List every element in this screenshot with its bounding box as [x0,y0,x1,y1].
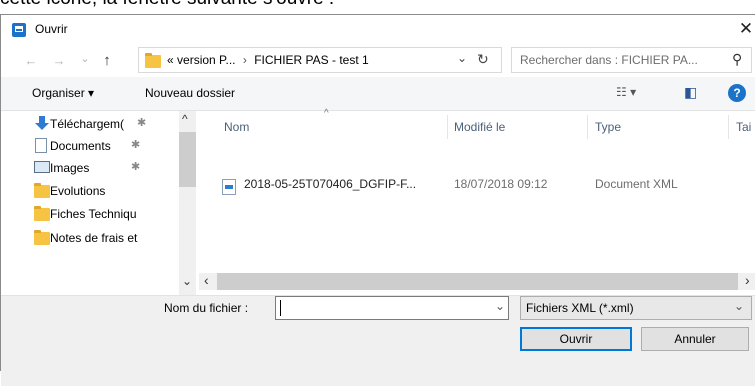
recent-locations-icon[interactable]: ⌄ [77,51,93,67]
sidebar-item-notes-de-frais[interactable]: Notes de frais et [50,227,170,249]
pin-icon: ✱ [137,117,147,129]
navigation-bar: ← → ⌄ ↑ « version P... › FICHIER PAS - t… [1,45,755,77]
scroll-up-icon[interactable]: ^ [182,112,188,126]
sidebar-item-downloads[interactable]: Téléchargem( [50,113,124,135]
close-icon[interactable]: ✕ [736,18,755,40]
folder-icon [34,230,50,245]
new-folder-button[interactable]: Nouveau dossier [145,86,235,100]
scroll-left-icon[interactable]: ‹ [204,272,209,288]
command-toolbar: Organiser ▾ Nouveau dossier ☷ ▾ ◧ ? [1,77,755,111]
sidebar-item-label: Documents [50,139,111,153]
up-arrow-icon[interactable]: ↑ [99,53,115,69]
open-button-label: Ouvrir [559,332,593,346]
sidebar-item-images[interactable]: Images [50,157,89,179]
file-modified-date: 18/07/2018 09:12 [454,177,548,191]
cancel-button[interactable]: Annuler [641,327,749,351]
documents-icon [35,138,47,153]
organize-button[interactable]: Organiser ▾ [32,86,94,100]
forward-arrow-icon[interactable]: → [51,53,67,69]
refresh-icon[interactable]: ↻ [477,51,489,68]
filename-label: Nom du fichier : [164,301,249,315]
file-name[interactable]: 2018-05-25T070406_DGFIP-F... [244,177,416,191]
sidebar-item-label: Téléchargem( [50,117,125,131]
column-separator[interactable] [587,115,588,139]
search-placeholder: Rechercher dans : FICHIER PA... [520,53,698,67]
pin-icon: ✱ [131,161,141,173]
scroll-right-icon[interactable]: › [745,272,750,288]
column-header-name[interactable]: Nom [224,115,249,139]
images-icon [34,161,50,173]
preview-pane-icon[interactable]: ◧ [684,84,697,101]
cancel-button-label: Annuler [674,332,716,346]
address-bar[interactable]: « version P... › FICHIER PAS - test 1 ⌄ … [138,47,502,73]
file-type-value: Fichiers XML (*.xml) [526,301,634,315]
breadcrumb-item-fichier-pas[interactable]: FICHIER PAS - test 1 [254,53,368,67]
navigation-pane: Téléchargem( ✱ Documents ✱ Images ✱ Evol… [1,111,199,295]
title-bar: Ouvrir ✕ [1,15,755,45]
filename-field[interactable]: ⌄ [275,296,509,320]
breadcrumb: « version P... › FICHIER PAS - test 1 [167,53,369,67]
breadcrumb-overflow[interactable]: « [167,53,174,67]
breadcrumb-separator: › [242,53,247,67]
pin-icon: ✱ [131,139,141,151]
address-dropdown-icon[interactable]: ⌄ [457,51,467,65]
sidebar-item-documents[interactable]: Documents [50,135,111,157]
help-icon[interactable]: ? [728,84,746,102]
sidebar-item-evolutions[interactable]: Evolutions [50,180,105,202]
view-options-icon[interactable]: ☷ ▾ [616,85,636,99]
sidebar-item-label: Fiches Techniqu [50,207,137,221]
file-type-select[interactable]: Fichiers XML (*.xml) ⌄ [520,296,752,320]
sidebar-item-label: Images [50,161,90,175]
folder-icon [34,206,50,221]
sidebar-item-label: Notes de frais et [50,231,138,245]
file-list-scrollbar-thumb[interactable] [217,273,738,290]
folder-icon [145,53,161,68]
scroll-down-icon[interactable]: ⌄ [182,274,192,288]
column-header-type[interactable]: Type [595,115,621,139]
search-box[interactable]: Rechercher dans : FICHIER PA... ⚲ [511,47,752,73]
column-header-modified[interactable]: Modifié le [454,115,505,139]
xml-file-icon [222,179,236,195]
open-button[interactable]: Ouvrir [520,327,632,351]
search-icon[interactable]: ⚲ [732,51,742,68]
file-type: Document XML [595,177,678,191]
download-icon [35,116,49,130]
column-header-size[interactable]: Tai [736,115,755,139]
dialog-title: Ouvrir [35,22,68,36]
open-file-dialog: Ouvrir ✕ ← → ⌄ ↑ « version P... › FICHIE… [0,14,755,386]
sidebar-item-fiches-techniques[interactable]: Fiches Techniqu [50,203,137,225]
background-caption: cette icône, la fenêtre suivante s'ouvre… [0,0,334,10]
sidebar-item-label: Evolutions [50,184,106,198]
filename-dropdown-icon[interactable]: ⌄ [495,299,505,313]
back-arrow-icon[interactable]: ← [23,53,39,69]
breadcrumb-item-version[interactable]: version P... [177,53,235,67]
column-separator[interactable] [728,115,729,139]
file-type-dropdown-icon[interactable]: ⌄ [734,299,744,313]
folder-icon [34,183,50,198]
text-cursor [280,300,281,316]
navigation-scrollbar-thumb[interactable] [179,132,196,187]
open-dialog-icon [12,23,26,37]
column-separator[interactable] [447,115,448,139]
sort-ascending-icon: ^ [324,108,329,119]
